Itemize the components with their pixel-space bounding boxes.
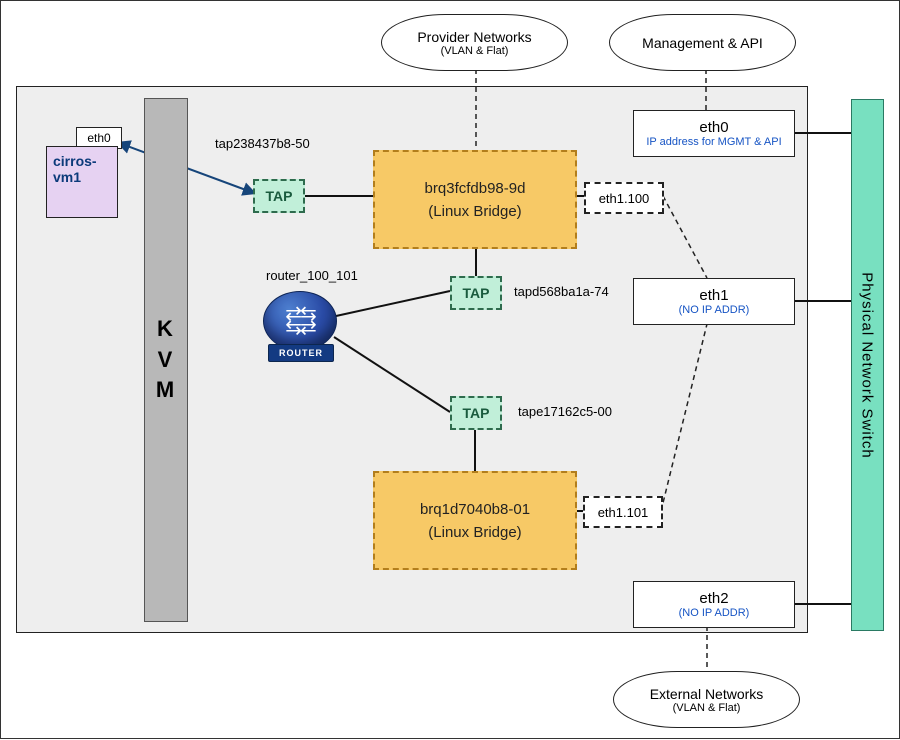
tap-label: TAP xyxy=(463,285,490,301)
diagram-canvas: Provider Networks (VLAN & Flat) Manageme… xyxy=(0,0,900,739)
cloud-title: External Networks xyxy=(650,686,764,702)
nic-name: eth0 xyxy=(699,119,728,136)
bridge-1: brq3fcfdb98-9d (Linux Bridge) xyxy=(373,150,577,249)
nic-subtitle: IP address for MGMT & API xyxy=(640,136,787,148)
cloud-subtitle: (VLAN & Flat) xyxy=(673,702,741,714)
kvm-hypervisor: KVM xyxy=(144,98,188,622)
tap-label: TAP xyxy=(266,188,293,204)
vlan-eth1-100: eth1.100 xyxy=(584,182,664,214)
cloud-title: Management & API xyxy=(642,35,763,51)
tap3-name-label: tape17162c5-00 xyxy=(518,404,612,419)
physical-switch: Physical Network Switch xyxy=(851,99,884,631)
cloud-provider-networks: Provider Networks (VLAN & Flat) xyxy=(381,14,568,71)
switch-label: Physical Network Switch xyxy=(859,272,876,458)
tap-label: TAP xyxy=(463,405,490,421)
nic-name: eth1 xyxy=(699,287,728,304)
router-name-label: router_100_101 xyxy=(266,268,358,283)
cloud-title: Provider Networks xyxy=(417,29,531,45)
router-arrows-icon: ⇄⇆⇆⇄ xyxy=(285,307,315,335)
tap-box-3: TAP xyxy=(450,396,502,430)
vm-cirros: cirros-vm1 xyxy=(46,146,118,218)
tap-box-1: TAP xyxy=(253,179,305,213)
nic-subtitle: (NO IP ADDR) xyxy=(679,607,750,619)
kvm-label: KVM xyxy=(156,314,176,406)
tap-box-2: TAP xyxy=(450,276,502,310)
router-icon: ⇄⇆⇆⇄ ROUTER xyxy=(263,291,335,363)
cloud-subtitle: (VLAN & Flat) xyxy=(441,45,509,57)
cloud-external-networks: External Networks (VLAN & Flat) xyxy=(613,671,800,728)
nic-eth0: eth0 IP address for MGMT & API xyxy=(633,110,795,157)
vlan-eth1-101: eth1.101 xyxy=(583,496,663,528)
bridge-2: brq1d7040b8-01 (Linux Bridge) xyxy=(373,471,577,570)
nic-eth1: eth1 (NO IP ADDR) xyxy=(633,278,795,325)
cloud-management-api: Management & API xyxy=(609,14,796,71)
nic-eth2: eth2 (NO IP ADDR) xyxy=(633,581,795,628)
bridge-subtitle: (Linux Bridge) xyxy=(428,203,521,220)
bridge-name: brq3fcfdb98-9d xyxy=(425,180,526,197)
tap1-name-label: tap238437b8-50 xyxy=(215,136,310,151)
nic-subtitle: (NO IP ADDR) xyxy=(679,304,750,316)
bridge-subtitle: (Linux Bridge) xyxy=(428,524,521,541)
router-badge: ROUTER xyxy=(268,344,334,362)
tap2-name-label: tapd568ba1a-74 xyxy=(514,284,609,299)
vm-label: cirros-vm1 xyxy=(47,147,117,191)
nic-name: eth2 xyxy=(699,590,728,607)
bridge-name: brq1d7040b8-01 xyxy=(420,501,530,518)
